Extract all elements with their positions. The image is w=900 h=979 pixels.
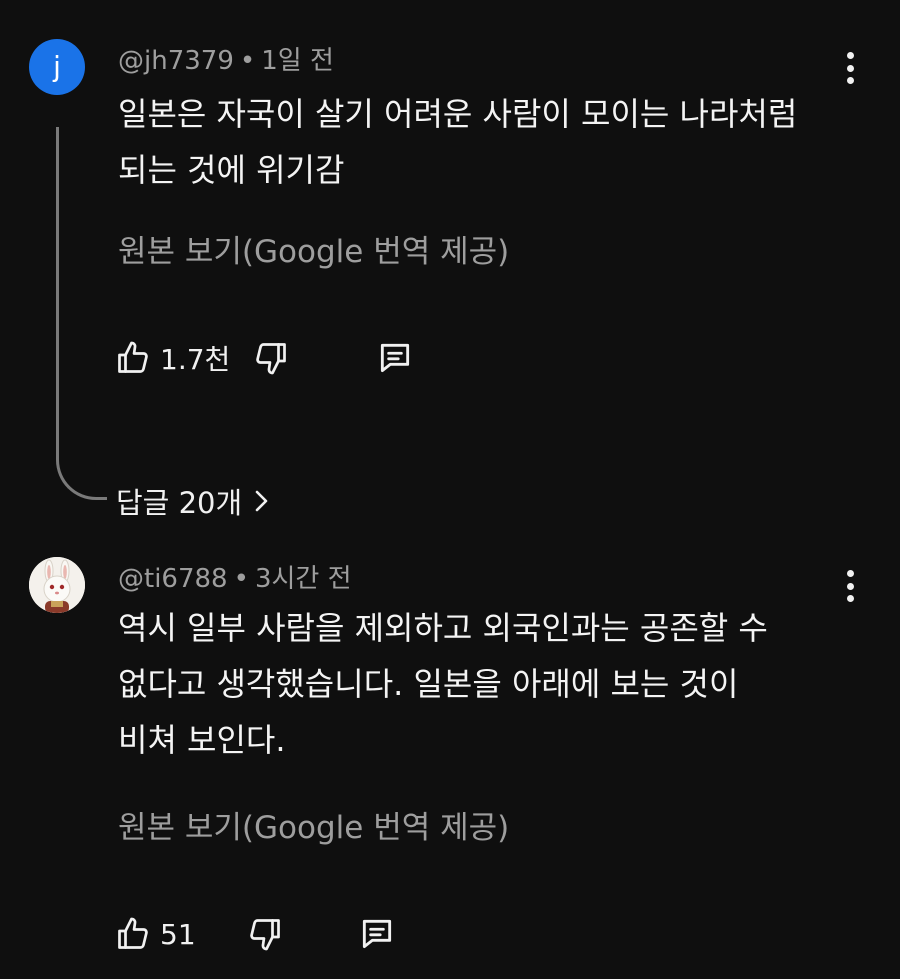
comment-time: 1일 전 bbox=[261, 46, 334, 76]
like-count: 51 bbox=[160, 917, 196, 951]
comment-line: 되는 것에 위기감 bbox=[118, 151, 345, 189]
comment-line: 역시 일부 사람을 제외하고 외국인과는 공존할 수 bbox=[118, 609, 768, 647]
more-options-icon[interactable] bbox=[844, 52, 856, 84]
comments-page: j @jh7379 • 1일 전 일본은 자국이 살기 어려운 사람이 모이는 나라… bbox=[0, 0, 900, 979]
separator-dot: • bbox=[233, 564, 249, 594]
avatar[interactable] bbox=[29, 557, 85, 613]
comment-line: 비쳐 보인다. bbox=[118, 721, 286, 759]
avatar-letter: j bbox=[53, 50, 61, 83]
chevron-right-icon bbox=[255, 490, 268, 512]
separator-dot: • bbox=[239, 46, 256, 76]
comment-time: 3시간 전 bbox=[254, 564, 352, 594]
comment-actions: 1.7천 bbox=[114, 336, 414, 380]
thread-line bbox=[56, 127, 107, 500]
comment-text: 일본은 자국이 살기 어려운 사람이 모이는 나라처럼 되는 것에 위기감 bbox=[118, 86, 858, 198]
replies-label: 답글 20개 bbox=[116, 486, 243, 520]
like-icon[interactable] bbox=[114, 339, 152, 377]
replies-button[interactable]: 답글 20개 bbox=[116, 480, 272, 522]
dislike-icon[interactable] bbox=[246, 915, 284, 953]
dislike-icon[interactable] bbox=[252, 339, 290, 377]
avatar[interactable]: j bbox=[29, 39, 85, 95]
rabbit-avatar-icon bbox=[29, 557, 85, 613]
like-count: 1.7천 bbox=[160, 343, 231, 376]
comment-meta: @jh7379 • 1일 전 bbox=[118, 40, 334, 77]
author-name[interactable]: @ti6788 bbox=[118, 564, 228, 594]
reply-icon[interactable] bbox=[376, 339, 414, 377]
comment-line: 일본은 자국이 살기 어려운 사람이 모이는 나라처럼 bbox=[118, 95, 798, 133]
author-name[interactable]: @jh7379 bbox=[118, 46, 234, 76]
comment-actions: 51 bbox=[114, 912, 396, 956]
comment-line: 없다고 생각했습니다. 일본을 아래에 보는 것이 bbox=[118, 665, 739, 703]
like-icon[interactable] bbox=[114, 915, 152, 953]
comment-text: 역시 일부 사람을 제외하고 외국인과는 공존할 수 없다고 생각했습니다. 일… bbox=[118, 600, 858, 768]
reply-icon[interactable] bbox=[358, 915, 396, 953]
show-original-link[interactable]: 원본 보기(Google 번역 제공) bbox=[118, 802, 509, 847]
show-original-link[interactable]: 원본 보기(Google 번역 제공) bbox=[118, 226, 509, 271]
more-options-icon[interactable] bbox=[844, 570, 856, 602]
comment-meta: @ti6788 • 3시간 전 bbox=[118, 558, 352, 595]
